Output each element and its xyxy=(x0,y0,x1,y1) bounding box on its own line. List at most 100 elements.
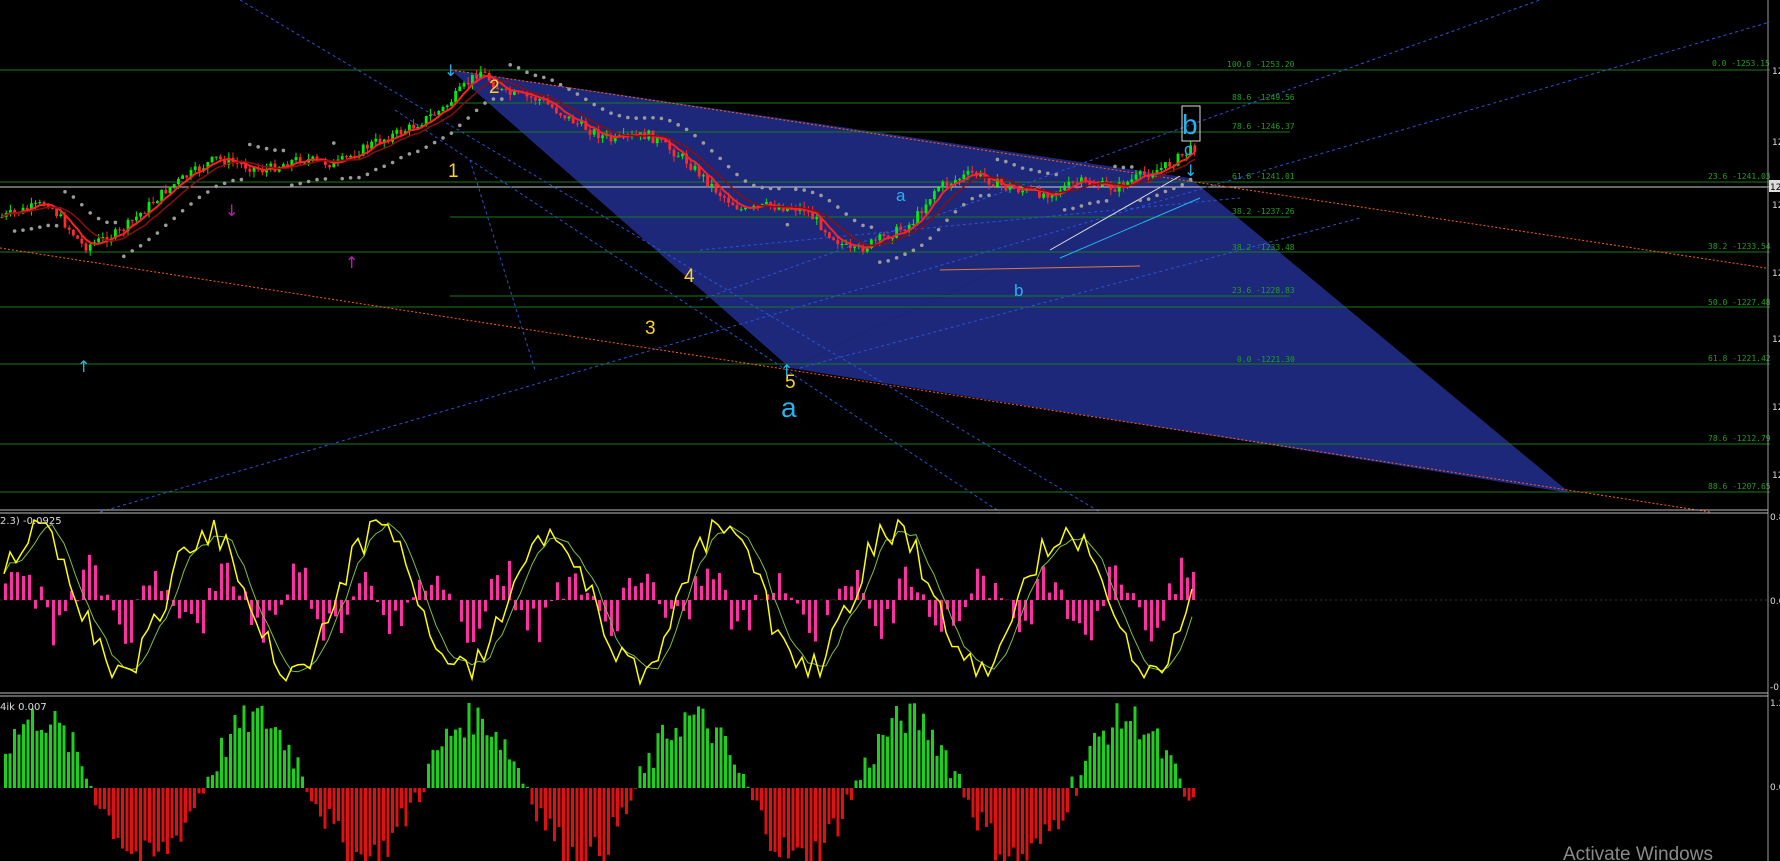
candle-body xyxy=(1008,186,1012,190)
trading-chart[interactable]: 0.0 -1253.15 23.6 -1241.03 38.2 -1233.54… xyxy=(0,0,1780,861)
candle-body xyxy=(916,211,919,224)
psar-dot xyxy=(718,156,722,161)
oscillator-bar xyxy=(1174,594,1177,600)
candle-body xyxy=(1096,185,1100,187)
psar-dot xyxy=(54,223,59,228)
candle-body xyxy=(450,102,453,106)
psar-dot xyxy=(978,193,983,198)
candle-body xyxy=(928,199,932,205)
oscillator-bar xyxy=(232,586,235,600)
psar-dot xyxy=(651,115,655,120)
histogram-bar xyxy=(746,786,750,788)
histogram-bar xyxy=(1034,788,1038,839)
histogram-bar xyxy=(1151,731,1155,788)
oscillator-label: 2.3) -0.0925 xyxy=(0,516,62,527)
histogram-bar xyxy=(332,788,336,824)
oscillator-bar xyxy=(412,597,415,600)
candle-body xyxy=(1021,190,1024,193)
histogram-bar xyxy=(107,788,111,816)
histogram-bar xyxy=(269,728,273,788)
histogram-bar xyxy=(1192,788,1195,798)
oscillator-bar xyxy=(844,586,847,600)
wave-label-big-a: a xyxy=(781,392,797,423)
candle-body xyxy=(567,116,571,119)
oscillator-bar xyxy=(94,565,97,600)
psar-dot xyxy=(399,155,403,160)
histogram-bar xyxy=(521,783,525,788)
histogram-bar xyxy=(1066,788,1069,813)
histogram-bar xyxy=(800,788,804,849)
candle-body xyxy=(458,86,462,91)
oscillator-bar xyxy=(1108,566,1111,600)
histogram-bar xyxy=(238,728,241,788)
candle-body xyxy=(538,99,541,101)
psar-dot xyxy=(970,196,974,201)
histogram-bar xyxy=(827,788,831,825)
histogram-bar xyxy=(1147,733,1150,788)
candle-body xyxy=(828,232,831,238)
candle-body xyxy=(912,223,915,225)
candle-body xyxy=(466,82,470,85)
oscillator-bar xyxy=(352,596,355,600)
histogram-bar xyxy=(94,788,97,806)
wave-label-big-b: b xyxy=(1182,109,1198,140)
histogram-bar xyxy=(580,788,583,861)
oscillator-bar xyxy=(934,600,937,626)
oscillator-bar xyxy=(226,562,229,600)
histogram-bar xyxy=(1084,760,1087,788)
histogram-bar xyxy=(890,718,894,788)
histogram-bar xyxy=(665,738,669,788)
histogram-bar xyxy=(1079,775,1083,788)
psar-dot xyxy=(735,172,739,177)
oscillator-bar xyxy=(586,592,589,600)
candle-body xyxy=(412,124,415,129)
histogram-bar xyxy=(62,725,66,788)
candle-body xyxy=(395,129,399,134)
histogram-bar xyxy=(940,745,943,788)
psar-dot xyxy=(1037,169,1042,174)
psar-dot xyxy=(458,123,462,128)
psar-dot xyxy=(138,243,143,248)
psar-dot xyxy=(810,190,815,195)
histogram-bar xyxy=(778,788,781,858)
histogram-bar xyxy=(89,785,93,788)
histogram-bar xyxy=(1142,734,1146,788)
psar-dot xyxy=(273,148,277,152)
candle-body xyxy=(823,230,827,233)
psar-dot xyxy=(844,212,848,216)
oscillator-bar xyxy=(4,583,7,600)
histogram-bar xyxy=(1012,788,1015,848)
oscillator-bar xyxy=(496,575,499,600)
psar-dot xyxy=(382,164,387,169)
candle-body xyxy=(59,214,63,217)
oscillator-bar xyxy=(910,586,913,600)
histogram-bar xyxy=(125,788,129,852)
histogram-bar xyxy=(1061,788,1065,821)
candle-body xyxy=(576,123,579,125)
histogram-bar xyxy=(1120,728,1123,788)
histogram-bar xyxy=(31,708,34,788)
oscillator-bar xyxy=(370,585,373,600)
candle-body xyxy=(143,212,147,214)
fib-label: 0.0 -1221.30 xyxy=(1237,355,1295,364)
histogram-bar xyxy=(985,788,988,828)
histogram-bar xyxy=(211,775,214,788)
histogram-bar xyxy=(301,776,304,788)
oscillator-bar xyxy=(400,600,403,627)
histogram-bar xyxy=(71,732,75,788)
histogram-bar xyxy=(854,780,858,788)
histogram-bar xyxy=(292,768,295,788)
oscillator-bar xyxy=(178,600,181,619)
candle-body xyxy=(97,238,100,243)
psar-dot xyxy=(315,177,319,182)
psar-dot xyxy=(794,187,798,192)
histogram-bar xyxy=(566,788,570,861)
oscillator-bar xyxy=(814,600,817,642)
oscillator-bar xyxy=(790,597,793,600)
psar-dot xyxy=(449,131,454,135)
oscillator-bar xyxy=(904,566,907,600)
candle-body xyxy=(399,129,403,135)
histogram-bar xyxy=(184,788,187,823)
histogram-bar xyxy=(863,757,867,788)
histogram-bar xyxy=(58,722,61,788)
